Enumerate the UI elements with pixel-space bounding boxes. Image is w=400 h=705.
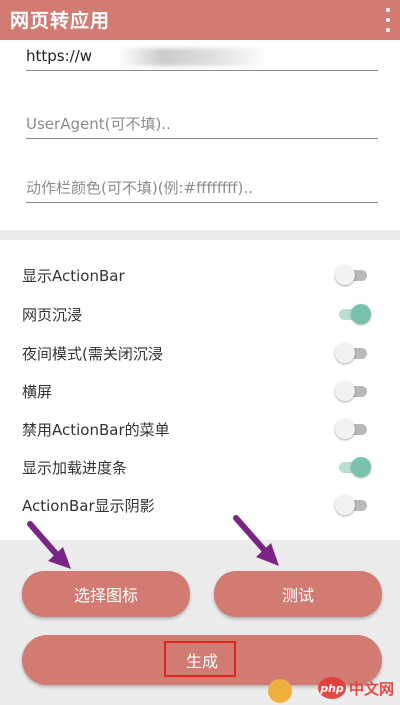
menu-dot bbox=[386, 8, 390, 12]
actionbar-color-input[interactable] bbox=[26, 174, 378, 202]
setting-label: 显示ActionBar bbox=[22, 267, 125, 285]
toggle-thumb bbox=[335, 495, 355, 515]
night-mode-toggle[interactable] bbox=[335, 343, 371, 363]
toggle-thumb bbox=[335, 381, 355, 401]
watermark: php 中文网 bbox=[317, 677, 394, 699]
show-actionbar-toggle[interactable] bbox=[335, 265, 371, 285]
setting-row-show-actionbar: 显示ActionBar bbox=[0, 256, 400, 294]
url-field bbox=[26, 42, 378, 71]
setting-label: 显示加载进度条 bbox=[22, 459, 128, 477]
app-bar: 网页转应用 bbox=[0, 0, 400, 40]
landscape-toggle[interactable] bbox=[335, 381, 371, 401]
actionbar-color-field bbox=[26, 174, 378, 203]
fab-peek bbox=[268, 679, 292, 703]
blurred-url-text bbox=[118, 48, 268, 66]
setting-row-night-mode: 夜间模式(需关闭沉浸 bbox=[0, 334, 400, 372]
setting-label: 横屏 bbox=[22, 383, 53, 401]
useragent-field bbox=[26, 110, 378, 139]
menu-dot bbox=[386, 18, 390, 22]
pick-icon-button[interactable]: 选择图标 bbox=[22, 571, 190, 617]
setting-label: 禁用ActionBar的菜单 bbox=[22, 421, 170, 439]
php-logo-icon: php bbox=[317, 677, 346, 699]
toggle-thumb bbox=[335, 343, 355, 363]
app-title: 网页转应用 bbox=[10, 10, 111, 32]
immersive-toggle[interactable] bbox=[335, 304, 371, 324]
settings-card: 显示ActionBar 网页沉浸 夜间模式(需关闭沉浸 横屏 禁用ActionB… bbox=[0, 240, 400, 540]
toggle-thumb bbox=[351, 304, 371, 324]
menu-dot bbox=[386, 28, 390, 32]
watermark-text: 中文网 bbox=[348, 679, 394, 698]
setting-label: ActionBar显示阴影 bbox=[22, 497, 155, 515]
useragent-input[interactable] bbox=[26, 110, 378, 138]
setting-row-landscape: 横屏 bbox=[0, 372, 400, 410]
input-card bbox=[0, 40, 400, 230]
progress-bar-toggle[interactable] bbox=[335, 457, 371, 477]
toggle-thumb bbox=[351, 457, 371, 477]
disable-menu-toggle[interactable] bbox=[335, 419, 371, 439]
setting-label: 夜间模式(需关闭沉浸 bbox=[22, 345, 163, 363]
setting-row-disable-menu: 禁用ActionBar的菜单 bbox=[0, 410, 400, 448]
setting-label: 网页沉浸 bbox=[22, 306, 83, 324]
setting-row-actionbar-shadow: ActionBar显示阴影 bbox=[0, 486, 400, 524]
setting-row-progress-bar: 显示加载进度条 bbox=[0, 448, 400, 486]
setting-row-immersive: 网页沉浸 bbox=[0, 295, 400, 333]
test-button[interactable]: 测试 bbox=[214, 571, 382, 617]
actionbar-shadow-toggle[interactable] bbox=[335, 495, 371, 515]
more-vert-icon[interactable] bbox=[384, 8, 392, 32]
toggle-thumb bbox=[335, 419, 355, 439]
toggle-thumb bbox=[335, 265, 355, 285]
